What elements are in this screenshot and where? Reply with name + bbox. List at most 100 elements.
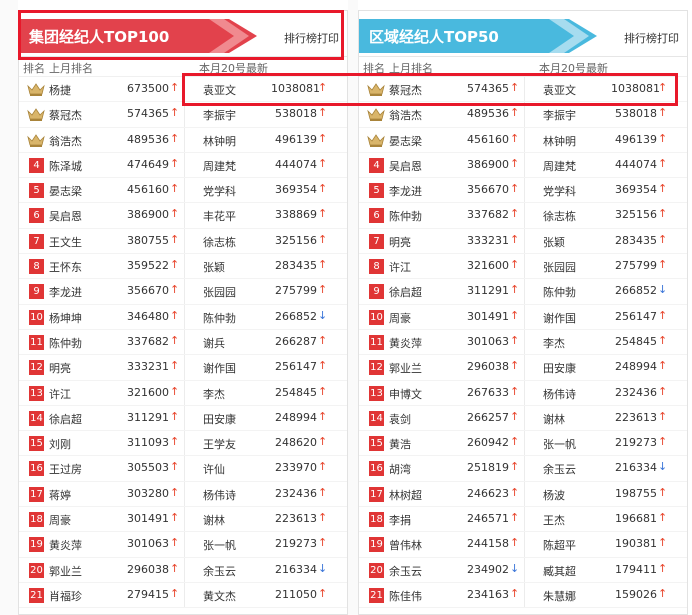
arrow-up-icon: ↑ [510,511,520,525]
arrow-up-icon: ↑ [510,435,520,449]
arrow-up-icon: ↑ [510,359,520,373]
last-month-agent-name: 蒋婷 [49,488,71,502]
last-month-agent-value: 234902 [467,562,509,576]
print-ranking-link[interactable]: 排行榜打印 [284,30,339,46]
table-row: 13 申博文 267633 ↑ 杨伟诗 232436 ↑ [359,380,687,406]
table-row: 7 明亮 333231 ↑ 张颖 283435 ↑ [359,228,687,255]
column-divider [524,405,525,431]
table-row: 17 蒋婷 303280 ↑ 杨伟诗 232436 ↑ [19,481,347,508]
rank-badge: 12 [369,360,384,376]
last-month-agent-value: 303280 [127,486,169,500]
arrow-up-icon: ↑ [658,333,668,347]
table-row: 蔡冠杰 574365 ↑ 李振宇 538018 ↑ [19,102,347,128]
column-divider [524,178,525,203]
current-agent-value: 1038081 [611,82,660,95]
arrow-up-icon: ↑ [510,258,520,272]
current-agent-name: 袁亚文 [543,84,576,97]
column-header: 排名 上月排名 本月20号最新 [19,57,347,77]
rank-badge: 8 [369,259,384,275]
column-divider [184,380,185,405]
current-agent-name: 田安康 [203,412,236,426]
table-row: 16 王过房 305503 ↑ 许仙 233970 ↑ [19,456,347,482]
current-agent-name: 周建梵 [203,159,236,173]
last-month-agent-value: 489536 [127,132,169,146]
rank-badge: 18 [369,512,384,528]
arrow-up-icon: ↑ [318,156,328,170]
group-agent-ranking-panel: 集团经纪人TOP100 排行榜打印 排名 上月排名 本月20号最新 杨捷 6735… [18,10,348,615]
column-divider [184,203,185,228]
current-agent-name: 党学科 [203,185,236,199]
page-gutter-middle [348,0,358,615]
last-month-agent-name: 林树超 [389,488,422,502]
arrow-up-icon: ↑ [318,460,328,474]
column-divider [524,254,525,279]
last-month-agent-name: 李龙进 [49,286,82,300]
last-month-agent-name: 刘刚 [49,438,71,452]
rank-badge: 4 [369,157,384,173]
arrow-up-icon: ↑ [510,207,520,221]
last-month-agent-name: 杨捷 [49,84,71,97]
arrow-up-icon: ↑ [658,359,668,373]
arrow-up-icon: ↑ [318,435,328,449]
table-row: 9 徐启超 311291 ↑ 陈仲勃 266852 ↓ [359,279,687,305]
current-agent-name: 李杰 [203,387,225,401]
column-divider [524,456,525,481]
last-month-agent-name: 明亮 [389,235,411,249]
print-ranking-link[interactable]: 排行榜打印 [624,30,679,46]
group-ranking-banner: 集团经纪人TOP100 [19,19,257,53]
last-month-agent-name: 翁浩杰 [49,134,82,148]
last-month-agent-value: 305503 [127,461,169,475]
arrow-up-icon: ↑ [318,131,328,145]
arrow-up-icon: ↑ [658,182,668,196]
arrow-up-icon: ↑ [318,485,328,499]
column-divider [184,152,185,178]
rank-badge: 14 [369,410,384,426]
arrow-up-icon: ↑ [170,586,180,600]
last-month-agent-name: 徐启超 [49,412,82,426]
rank-badge: 19 [369,537,384,553]
column-divider [184,77,185,102]
last-month-agent-value: 380755 [127,233,169,247]
last-month-agent-value: 386900 [127,208,169,222]
table-row: 12 郭业兰 296038 ↑ 田安康 248994 ↑ [359,355,687,381]
current-agent-name: 陈仲勃 [203,311,236,325]
arrow-up-icon: ↑ [170,536,180,550]
last-month-agent-value: 301063 [127,537,169,551]
column-divider [524,203,525,228]
rank-badge: 14 [29,410,44,426]
last-month-agent-name: 袁剑 [389,412,411,426]
arrow-up-icon: ↑ [318,536,328,550]
last-month-agent-value: 301063 [467,334,509,348]
current-agent-value: 538018 [615,107,657,121]
table-row: 15 黄浩 260942 ↑ 张一帆 219273 ↑ [359,431,687,457]
arrow-up-icon: ↑ [318,384,328,398]
current-agent-name: 谢林 [203,514,225,528]
table-row: 5 晏志梁 456160 ↑ 党学科 369354 ↑ [19,178,347,204]
current-agent-value: 233970 [275,461,317,475]
arrow-up-icon: ↑ [658,384,668,398]
region-ranking-title: 区域经纪人TOP50 [369,28,499,46]
current-agent-value: 369354 [615,183,657,197]
rank-badge: 8 [29,259,44,275]
panel-header: 集团经纪人TOP100 排行榜打印 [19,11,347,57]
arrow-up-icon: ↑ [170,333,180,347]
last-month-agent-name: 郭业兰 [389,362,422,376]
arrow-up-icon: ↑ [658,511,668,525]
table-row: 6 吴启恩 386900 ↑ 丰花平 338869 ↑ [19,203,347,229]
col-rank-label: 排名 [23,62,45,75]
current-agent-value: 196681 [615,512,657,526]
last-month-agent-value: 333231 [467,233,509,247]
last-month-agent-value: 267633 [467,385,509,399]
arrow-up-icon: ↑ [170,409,180,423]
table-row: 16 胡湾 251819 ↑ 余玉云 216334 ↓ [359,456,687,482]
table-row: 6 陈仲勃 337682 ↑ 徐志栋 325156 ↑ [359,203,687,229]
table-row: 8 许江 321600 ↑ 张园园 275799 ↑ [359,254,687,280]
arrow-down-icon: ↓ [658,283,668,297]
arrow-up-icon: ↑ [318,81,328,94]
column-divider [524,329,525,355]
column-divider [524,582,525,608]
table-row: 蔡冠杰 574365 ↑ 袁亚文 1038081 ↑ [359,77,687,103]
current-agent-name: 许仙 [203,463,225,477]
current-agent-value: 538018 [275,107,317,121]
current-agent-value: 496139 [615,132,657,146]
